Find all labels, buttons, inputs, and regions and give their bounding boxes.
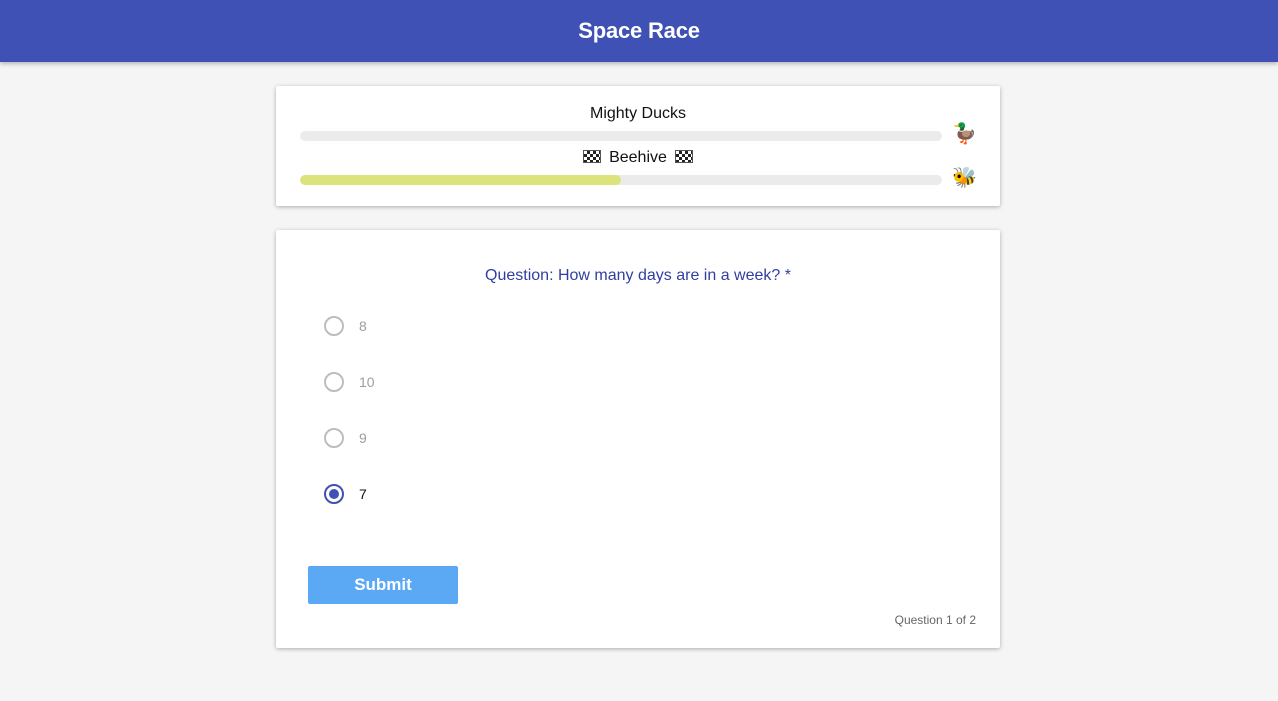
team-progress-mighty-ducks: Mighty Ducks 🦆: [276, 104, 1000, 145]
progress-fill: [300, 175, 621, 185]
answer-option-label: 8: [359, 318, 367, 334]
quiz-card: Question: How many days are in a week? *…: [276, 230, 1000, 648]
checkered-flag-icon: [582, 150, 601, 163]
radio-button[interactable]: [324, 484, 344, 504]
app-bar: Space Race: [0, 0, 1278, 62]
radio-button[interactable]: [324, 372, 344, 392]
checkered-flag-icon: [675, 150, 694, 163]
bee-icon: 🐝: [952, 167, 977, 189]
answer-option-label: 10: [359, 374, 375, 390]
app-title: Space Race: [578, 18, 700, 43]
answer-option-label: 7: [359, 486, 367, 502]
answer-option[interactable]: 10: [324, 370, 624, 394]
team-progress-beehive: Beehive 🐝: [276, 148, 1000, 189]
radio-button[interactable]: [324, 316, 344, 336]
answer-option[interactable]: 7: [324, 482, 624, 506]
progress-track: [300, 175, 942, 185]
question-text: Question: How many days are in a week? *: [485, 267, 791, 284]
radio-button[interactable]: [324, 428, 344, 448]
team-name-row: Beehive: [276, 148, 1000, 168]
team-name-row: Mighty Ducks: [276, 104, 1000, 124]
answer-option[interactable]: 8: [324, 314, 624, 338]
submit-button[interactable]: Submit: [308, 566, 458, 604]
team-name: Mighty Ducks: [589, 105, 687, 122]
answer-option[interactable]: 9: [324, 426, 624, 450]
answer-option-label: 9: [359, 430, 367, 446]
race-progress-card: Mighty Ducks 🦆 Beehive 🐝: [276, 86, 1000, 206]
question-counter: Question 1 of 2: [894, 613, 976, 627]
progress-track: [300, 131, 942, 141]
duck-icon: 🦆: [952, 123, 977, 145]
team-name: Beehive: [609, 149, 667, 166]
